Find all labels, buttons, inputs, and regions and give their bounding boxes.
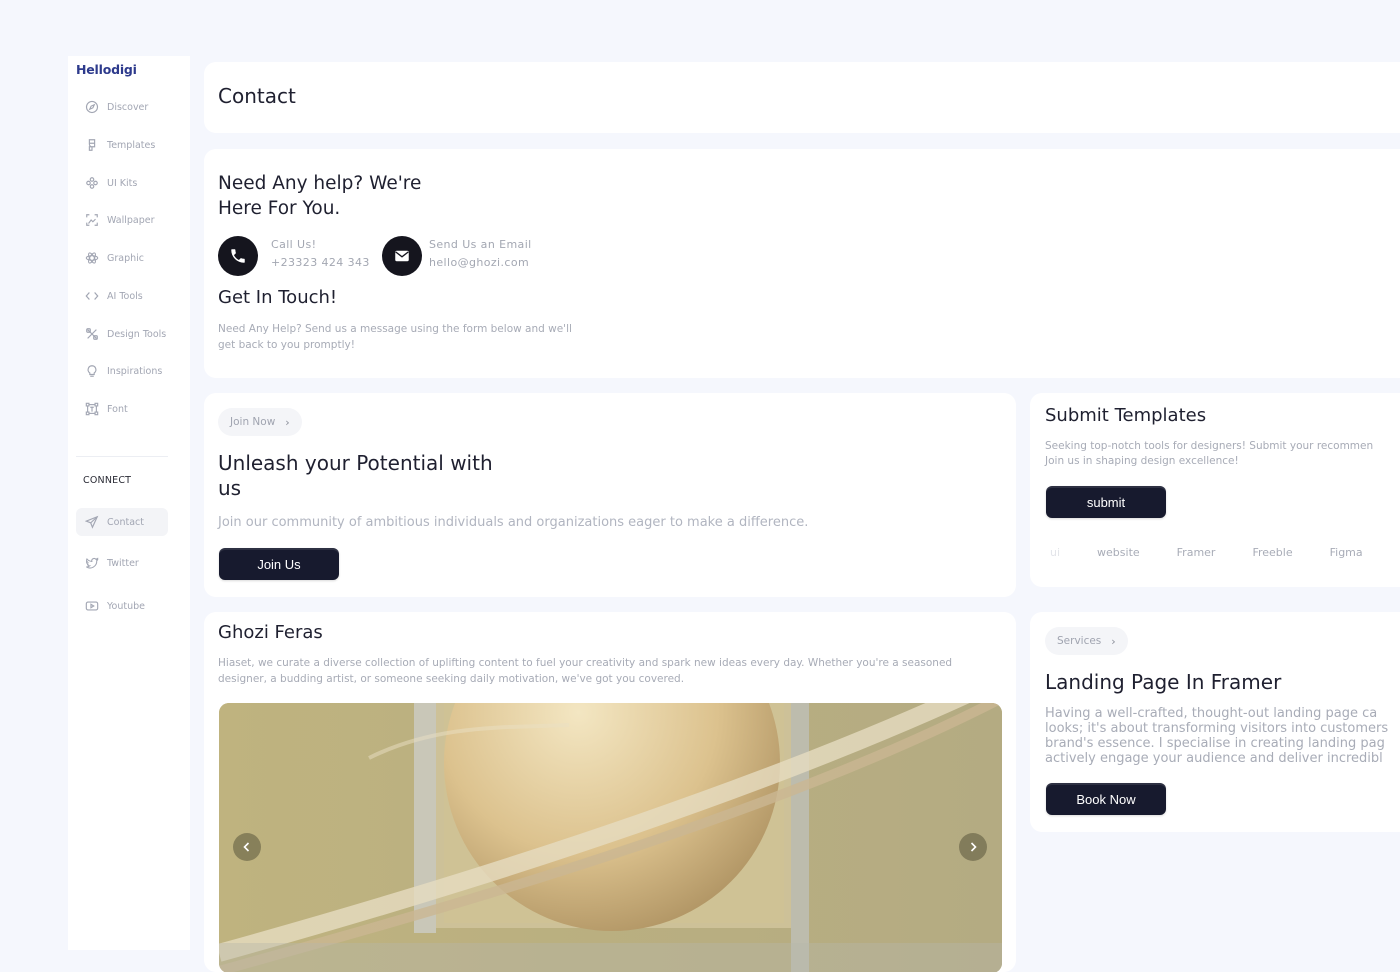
help-card: Need Any help? We're Here For You. Call … bbox=[204, 149, 1400, 378]
tools-icon bbox=[84, 326, 100, 342]
sidebar-item-ui-kits[interactable]: UI Kits bbox=[76, 169, 168, 197]
send-icon bbox=[84, 514, 100, 530]
lightbulb-icon bbox=[84, 363, 100, 379]
saturn-image bbox=[219, 703, 1002, 972]
sidebar: Hellodigi Discover Templates UI Kits Wal… bbox=[68, 56, 190, 950]
sidebar-item-label: Design Tools bbox=[107, 328, 167, 340]
sidebar-item-inspirations[interactable]: Inspirations bbox=[76, 357, 168, 385]
tag-list: ui website Framer Freeble Figma bbox=[1050, 546, 1400, 559]
chevron-left-icon bbox=[243, 842, 250, 852]
landing-desc: Having a well-crafted, thought-out landi… bbox=[1045, 706, 1400, 766]
services-label: Services bbox=[1057, 635, 1102, 647]
submit-desc-line: Seeking top-notch tools for designers! S… bbox=[1045, 440, 1374, 452]
sidebar-item-label: Twitter bbox=[107, 557, 139, 569]
join-now-label: Join Now bbox=[230, 416, 276, 428]
sidebar-item-label: Youtube bbox=[107, 600, 145, 612]
sidebar-item-label: Font bbox=[107, 403, 128, 415]
landing-desc-line: looks; it's about transforming visitors … bbox=[1045, 721, 1389, 736]
ghozi-desc: Hiaset, we curate a diverse collection o… bbox=[218, 657, 953, 685]
sidebar-item-youtube[interactable]: Youtube bbox=[76, 592, 168, 620]
compass-icon bbox=[84, 99, 100, 115]
atom-icon bbox=[84, 250, 100, 266]
submit-desc-line: Join us in shaping design excellence! bbox=[1045, 455, 1239, 467]
sidebar-item-twitter[interactable]: Twitter bbox=[76, 549, 168, 577]
join-title: Unleash your Potential with us bbox=[218, 451, 493, 500]
connect-heading: CONNECT bbox=[83, 475, 132, 486]
join-now-pill[interactable]: Join Now › bbox=[218, 408, 302, 436]
sidebar-item-wallpaper[interactable]: Wallpaper bbox=[76, 206, 168, 234]
sidebar-item-ai-tools[interactable]: AI Tools bbox=[76, 282, 168, 310]
hero-carousel bbox=[219, 703, 1002, 972]
submit-templates-card: Submit Templates Seeking top-notch tools… bbox=[1030, 393, 1400, 587]
sidebar-item-font[interactable]: Font bbox=[76, 395, 168, 423]
carousel-prev-button[interactable] bbox=[233, 833, 261, 861]
brand-logo[interactable]: Hellodigi bbox=[76, 62, 137, 77]
tag-framer[interactable]: Framer bbox=[1177, 546, 1216, 559]
tag-ui[interactable]: ui bbox=[1050, 546, 1060, 559]
landing-desc-line: brand's essence. I specialise in creatin… bbox=[1045, 736, 1385, 751]
twitter-icon bbox=[84, 555, 100, 571]
join-us-button[interactable]: Join Us bbox=[219, 548, 339, 580]
tag-freeble[interactable]: Freeble bbox=[1252, 546, 1292, 559]
image-icon bbox=[84, 212, 100, 228]
sidebar-item-label: Inspirations bbox=[107, 365, 163, 377]
ghozi-title: Ghozi Feras bbox=[218, 622, 323, 643]
sidebar-item-label: Graphic bbox=[107, 252, 145, 264]
book-now-button[interactable]: Book Now bbox=[1046, 783, 1166, 815]
email-label: Send Us an Email bbox=[429, 238, 532, 251]
join-desc: Join our community of ambitious individu… bbox=[218, 515, 809, 530]
sidebar-item-graphic[interactable]: Graphic bbox=[76, 244, 168, 272]
sidebar-item-contact[interactable]: Contact bbox=[76, 508, 168, 536]
landing-title: Landing Page In Framer bbox=[1045, 670, 1282, 694]
sidebar-item-design-tools[interactable]: Design Tools bbox=[76, 320, 168, 348]
page-title: Contact bbox=[218, 84, 296, 108]
help-title: Need Any help? We're Here For You. bbox=[218, 173, 422, 219]
sidebar-item-label: AI Tools bbox=[107, 290, 143, 302]
submit-title: Submit Templates bbox=[1045, 405, 1207, 426]
chevron-right-icon: › bbox=[1111, 634, 1116, 648]
sidebar-item-label: Discover bbox=[107, 101, 149, 113]
call-label: Call Us! bbox=[271, 238, 317, 251]
submit-button[interactable]: submit bbox=[1046, 486, 1166, 518]
page-header: Contact bbox=[204, 62, 1400, 133]
email-value[interactable]: hello@ghozi.com bbox=[429, 256, 529, 269]
figma-icon bbox=[84, 137, 100, 153]
text-frame-icon bbox=[84, 401, 100, 417]
sidebar-divider bbox=[76, 456, 168, 457]
landing-desc-line: Having a well-crafted, thought-out landi… bbox=[1045, 706, 1378, 721]
mail-icon[interactable] bbox=[382, 236, 422, 276]
sidebar-item-discover[interactable]: Discover bbox=[76, 93, 168, 121]
chevron-right-icon: › bbox=[285, 415, 290, 429]
tag-website[interactable]: website bbox=[1097, 546, 1140, 559]
ghozi-card: Ghozi Feras Hiaset, we curate a diverse … bbox=[204, 612, 1016, 972]
phone-icon[interactable] bbox=[218, 236, 258, 276]
sidebar-item-label: Templates bbox=[107, 139, 156, 151]
youtube-icon bbox=[84, 598, 100, 614]
carousel-next-button[interactable] bbox=[959, 833, 987, 861]
landing-desc-line: actively engage your audience and delive… bbox=[1045, 751, 1383, 766]
chevron-right-icon bbox=[970, 842, 977, 852]
sidebar-item-label: Contact bbox=[107, 516, 144, 528]
components-icon bbox=[84, 175, 100, 191]
sidebar-item-templates[interactable]: Templates bbox=[76, 131, 168, 159]
services-pill[interactable]: Services › bbox=[1045, 627, 1128, 655]
join-card: Join Now › Unleash your Potential with u… bbox=[204, 393, 1016, 597]
landing-card: Services › Landing Page In Framer Having… bbox=[1030, 612, 1400, 832]
code-icon bbox=[84, 288, 100, 304]
get-in-touch-desc: Need Any Help? Send us a message using t… bbox=[218, 323, 572, 351]
tag-figma[interactable]: Figma bbox=[1330, 546, 1363, 559]
get-in-touch-title: Get In Touch! bbox=[218, 287, 338, 308]
sidebar-item-label: Wallpaper bbox=[107, 214, 155, 226]
submit-desc: Seeking top-notch tools for designers! S… bbox=[1045, 439, 1400, 469]
sidebar-item-label: UI Kits bbox=[107, 177, 138, 189]
call-value[interactable]: +23323 424 343 bbox=[271, 256, 370, 269]
